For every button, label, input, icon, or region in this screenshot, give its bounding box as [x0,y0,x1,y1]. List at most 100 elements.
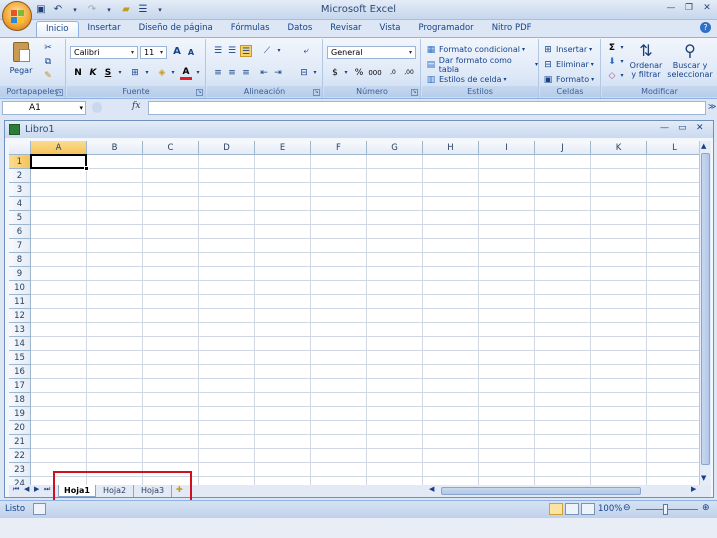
macro-record-icon[interactable] [33,503,46,515]
page-layout-view-icon[interactable] [565,503,579,515]
row-header[interactable]: 22 [9,449,31,463]
customize-dropdown-icon[interactable]: ▾ [153,3,167,17]
row-header[interactable]: 18 [9,393,31,407]
delete-cells-button[interactable]: ⊟ Eliminar ▾ [542,57,594,72]
row-header[interactable]: 10 [9,281,31,295]
column-header[interactable]: B [87,141,143,155]
increase-indent-icon[interactable]: ⇥ [272,67,284,79]
zoom-slider-thumb[interactable] [663,504,668,515]
column-header[interactable]: C [143,141,199,155]
column-header[interactable]: I [479,141,535,155]
expand-namebox-icon[interactable] [92,102,102,113]
align-left-icon[interactable]: ≡ [212,67,224,79]
row-header[interactable]: 5 [9,211,31,225]
prev-sheet-icon[interactable]: ◀ [24,485,29,493]
increase-decimal-button[interactable]: ,0 [386,67,400,79]
first-sheet-icon[interactable]: ⏮ [13,485,19,494]
column-header[interactable]: L [647,141,699,155]
cell-styles-button[interactable]: ▥ Estilos de celda ▾ [425,72,507,87]
help-icon[interactable]: ? [700,22,711,33]
tab-revisar[interactable]: Revisar [321,21,370,37]
tab-nitro-pdf[interactable]: Nitro PDF [483,21,541,37]
fill-dropdown-icon[interactable]: ▾ [616,56,628,68]
launcher-icon[interactable]: ↘ [313,89,320,96]
wb-minimize-icon[interactable]: — [660,123,669,133]
open-icon[interactable]: ▰ [119,3,133,17]
row-header[interactable]: 3 [9,183,31,197]
orientation-icon[interactable]: ⟋ [261,45,273,57]
underline-dropdown-icon[interactable]: ▾ [114,67,126,79]
format-as-table-button[interactable]: ▤ Dar formato como tabla ▾ [425,56,538,74]
dropdown-icon[interactable]: ▾ [102,3,116,17]
decrease-indent-icon[interactable]: ⇤ [258,67,270,79]
zoom-level[interactable]: 100% [598,504,622,514]
horizontal-scroll-thumb[interactable] [441,487,641,495]
align-right-icon[interactable]: ≡ [240,67,252,79]
tab-datos[interactable]: Datos [279,21,322,37]
thousands-button[interactable]: 000 [367,67,383,79]
tab-programador[interactable]: Programador [410,21,483,37]
number-format-select[interactable]: General ▾ [327,46,416,59]
row-header[interactable]: 8 [9,253,31,267]
redo-icon[interactable]: ↷ [85,3,99,17]
scroll-right-icon[interactable]: ▶ [691,485,696,493]
format-cells-button[interactable]: ▣ Formato ▾ [542,72,594,87]
align-top-icon[interactable]: ☰ [212,45,224,57]
row-header[interactable]: 7 [9,239,31,253]
row-header[interactable]: 12 [9,309,31,323]
fill-handle[interactable] [84,166,89,171]
cut-icon[interactable]: ✂ [42,42,54,54]
format-painter-icon[interactable]: ✎ [42,70,54,82]
font-color-dropdown-icon[interactable]: ▾ [192,67,204,79]
scroll-up-icon[interactable]: ▲ [701,142,706,150]
currency-dropdown-icon[interactable]: ▾ [340,67,352,79]
vertical-scroll-thumb[interactable] [701,153,710,465]
row-header[interactable]: 13 [9,323,31,337]
launcher-icon[interactable]: ↘ [196,89,203,96]
sort-filter-button[interactable]: ⇅ Ordenar y filtrar [628,41,664,86]
vertical-scrollbar[interactable]: ▲ ▼ [699,141,711,485]
insert-cells-button[interactable]: ⊞ Insertar ▾ [542,42,592,57]
dropdown-icon[interactable]: ▾ [68,3,82,17]
italic-button[interactable]: K [87,67,99,79]
column-header[interactable]: G [367,141,423,155]
row-header[interactable]: 11 [9,295,31,309]
align-center-icon[interactable]: ≡ [226,67,238,79]
undo-icon[interactable]: ↶ [51,3,65,17]
wb-close-icon[interactable]: ✕ [696,123,704,133]
font-family-select[interactable]: Calibri ▾ [70,46,138,59]
paste-button[interactable]: Pegar [6,42,36,78]
align-middle-icon[interactable]: ☰ [226,45,238,57]
column-header[interactable]: E [255,141,311,155]
row-header[interactable]: 1 [9,155,31,169]
row-header[interactable]: 19 [9,407,31,421]
row-header[interactable]: 23 [9,463,31,477]
launcher-icon[interactable]: ↘ [56,89,63,96]
office-button[interactable] [2,1,32,31]
scroll-left-icon[interactable]: ◀ [429,485,434,493]
underline-button[interactable]: S [102,67,114,79]
column-header[interactable]: D [199,141,255,155]
tab-vista[interactable]: Vista [371,21,410,37]
spreadsheet-grid[interactable]: A B C D E F G H I J K L 1 2 3 4 5 6 7 8 9 10 11 12 13 14 15 16 17 18 1… [9,141,699,485]
zoom-in-icon[interactable]: ⊕ [702,503,710,513]
row-header[interactable]: 21 [9,435,31,449]
column-header[interactable]: A [31,141,87,155]
close-icon[interactable]: ✕ [701,2,713,14]
tab-formulas[interactable]: Fórmulas [222,21,279,37]
row-header[interactable]: 20 [9,421,31,435]
shrink-font-icon[interactable]: A [185,47,197,59]
row-header[interactable]: 14 [9,337,31,351]
fill-dropdown-icon[interactable]: ▾ [167,67,179,79]
font-size-select[interactable]: 11 ▾ [140,46,167,59]
percent-button[interactable]: % [353,67,365,79]
borders-dropdown-icon[interactable]: ▾ [141,67,153,79]
name-box[interactable]: A1 ▾ [2,101,86,115]
tab-diseno-pagina[interactable]: Diseño de página [130,21,222,37]
align-bottom-icon[interactable]: ☰ [240,45,252,57]
insert-function-icon[interactable]: fx [132,101,140,111]
row-header[interactable]: 9 [9,267,31,281]
tab-inicio[interactable]: Inicio [36,21,79,37]
borders-icon[interactable]: ⊞ [129,67,141,79]
expand-formula-icon[interactable]: ≫ [708,102,716,111]
